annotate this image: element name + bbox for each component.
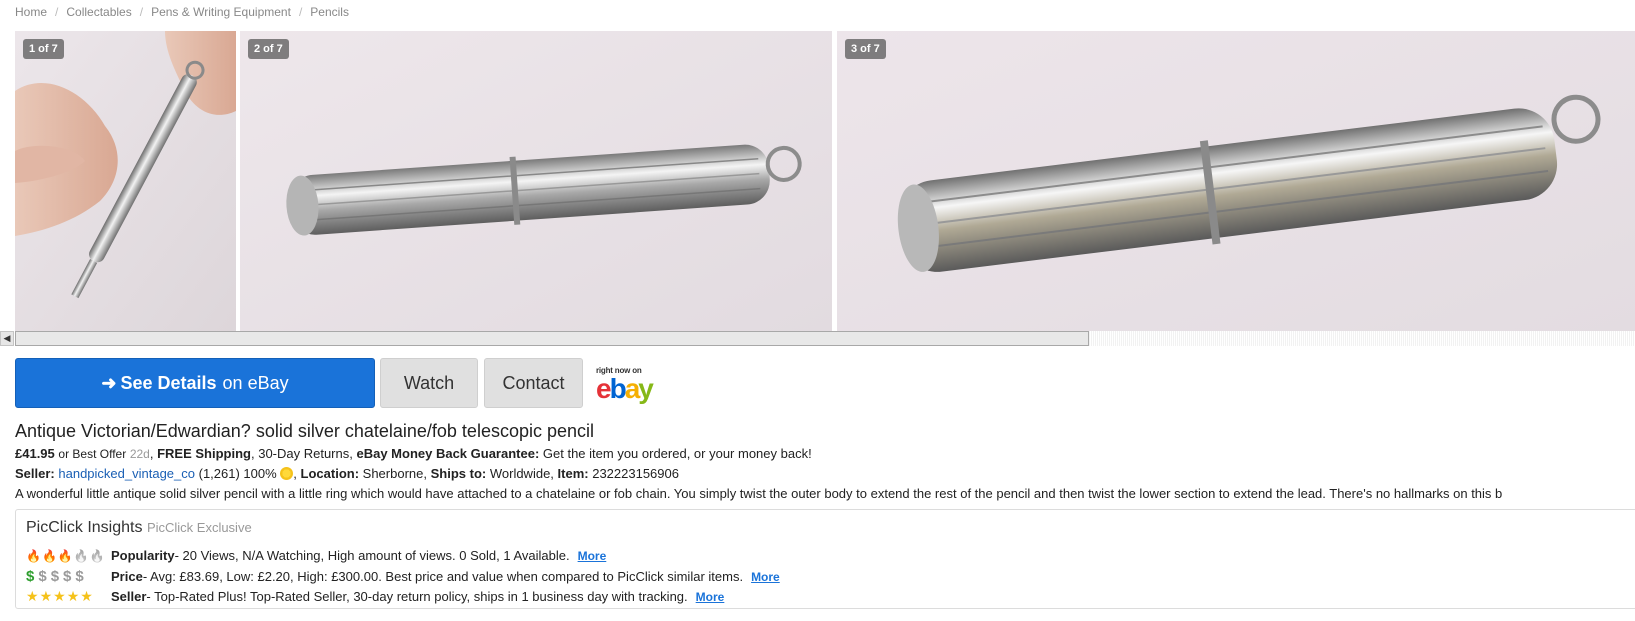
pencil-in-hand-image <box>15 31 236 331</box>
price-row: $ $ $ $ $ Price - Avg: £83.69, Low: £2.20, H… <box>26 568 780 585</box>
popularity-text: - 20 Views, N/A Watching, High amount of… <box>174 548 570 563</box>
price-label: Price <box>111 569 143 584</box>
price-text: - Avg: £83.69, Low: £2.20, High: £300.00… <box>142 569 744 584</box>
insights-exclusive: PicClick Exclusive <box>146 520 252 535</box>
seller-rating-text: - Top-Rated Plus! Top-Rated Seller, 30-d… <box>146 589 688 604</box>
pop-level-mark: 🔥 <box>57 549 73 563</box>
photo-counter-badge: 2 of 7 <box>248 39 289 59</box>
pop-level-mark: 🔥 <box>73 549 89 563</box>
photo-counter-badge: 3 of 7 <box>845 39 886 59</box>
flame-icon: 🔥🔥🔥🔥🔥 <box>26 548 105 563</box>
price-level-mark: $ <box>50 568 60 585</box>
gallery-photo-3[interactable]: 3 of 7 <box>837 31 1635 331</box>
seller-rating-label: Seller <box>111 589 147 604</box>
seller-level-mark: ★ <box>53 588 66 604</box>
see-details-on-ebay-button[interactable]: ➜ See Details on eBay <box>15 358 375 408</box>
on-ebay-label: on eBay <box>222 372 289 393</box>
seller-level-mark: ★ <box>26 588 39 604</box>
seller-level-mark: ★ <box>80 588 93 604</box>
pop-level-mark: 🔥 <box>26 549 41 563</box>
seller-stats: (1,261) 100% <box>198 466 277 481</box>
ships-to-value: Worldwide, <box>489 466 554 481</box>
breadcrumb-separator: / <box>55 5 59 19</box>
seller-row: ★★★★★ Seller - Top-Rated Plus! Top-Rated… <box>26 588 724 605</box>
price-line: £41.95 or Best Offer 22d, FREE Shipping,… <box>15 446 812 461</box>
breadcrumb-pens[interactable]: Pens & Writing Equipment <box>151 5 291 19</box>
seller-more-link[interactable]: More <box>696 590 725 604</box>
pop-level-mark: 🔥 <box>89 549 105 563</box>
photo-gallery: 1 of 7 2 of 7 3 of 7 <box>15 31 1635 331</box>
breadcrumb-collectables[interactable]: Collectables <box>66 5 131 19</box>
seller-line: Seller: handpicked_vintage_co (1,261) 10… <box>15 466 679 481</box>
breadcrumb: Home / Collectables / Pens & Writing Equipme… <box>15 5 349 19</box>
breadcrumb-home[interactable]: Home <box>15 5 47 19</box>
pencil-side-image <box>240 31 832 331</box>
breadcrumb-separator: / <box>298 5 303 19</box>
gallery-scrollbar[interactable]: ◀ <box>0 331 1635 346</box>
popularity-more-link[interactable]: More <box>578 549 607 563</box>
returns-text: , 30-Day Returns, <box>250 446 357 461</box>
seller-level-mark: ★ <box>66 588 80 604</box>
seller-level-mark: ★ <box>39 588 53 604</box>
price-level-mark: $ <box>63 568 72 585</box>
price-level-mark: $ <box>75 568 84 585</box>
ships-to-label: Ships to: <box>430 466 487 481</box>
listing-age: 22d <box>129 447 150 461</box>
contact-label: Contact <box>502 372 565 393</box>
see-details-label: See Details <box>120 372 217 393</box>
watch-label: Watch <box>403 372 455 393</box>
popularity-row: 🔥🔥🔥🔥🔥 Popularity - 20 Views, N/A Watchin… <box>26 548 606 563</box>
location-label: Location: <box>300 466 360 481</box>
scrollbar-track[interactable] <box>1089 331 1635 346</box>
scrollbar-thumb[interactable] <box>15 331 1089 346</box>
sun-badge-icon <box>280 467 294 480</box>
gallery-photo-1[interactable]: 1 of 7 <box>15 31 236 331</box>
insights-title: PicClick Insights PicClick Exclusive <box>26 519 252 536</box>
contact-button[interactable]: Contact <box>484 358 583 408</box>
picclick-insights-panel: PicClick Insights PicClick Exclusive 🔥🔥🔥… <box>15 509 1635 609</box>
price-level-mark: $ <box>26 568 35 585</box>
arrow-right-icon: ➜ <box>101 372 117 393</box>
best-offer-text: or Best Offer <box>58 447 127 461</box>
guarantee-text: Get the item you ordered, or your money … <box>539 446 812 461</box>
listing-title[interactable]: Antique Victorian/Edwardian? solid silve… <box>15 421 594 442</box>
free-shipping-text: FREE Shipping <box>157 446 251 461</box>
price: £41.95 <box>15 446 55 461</box>
star-icon: ★★★★★ <box>26 588 101 605</box>
ebay-wordmark: ebay <box>596 373 654 404</box>
pencil-closeup-image <box>837 31 1635 331</box>
location-value: Sherborne, <box>362 466 427 481</box>
listing-description: A wonderful little antique solid silver … <box>15 486 1503 501</box>
item-number: 232223156906 <box>592 466 679 481</box>
photo-counter-badge: 1 of 7 <box>23 39 64 59</box>
ebay-logo[interactable]: right now on ebay <box>596 366 676 406</box>
pop-level-mark: 🔥 <box>41 549 57 563</box>
breadcrumb-separator: / <box>139 5 144 19</box>
breadcrumb-pencils[interactable]: Pencils <box>310 5 349 19</box>
seller-name-link[interactable]: handpicked_vintage_co <box>58 466 195 481</box>
scroll-left-arrow-icon[interactable]: ◀ <box>0 331 14 346</box>
watch-button[interactable]: Watch <box>380 358 478 408</box>
popularity-label: Popularity <box>111 548 175 563</box>
price-level-mark: $ <box>38 568 47 585</box>
gallery-photo-2[interactable]: 2 of 7 <box>240 31 832 331</box>
item-label: Item: <box>557 466 589 481</box>
price-more-link[interactable]: More <box>751 570 780 584</box>
guarantee-label: eBay Money Back Guarantee: <box>356 446 540 461</box>
dollar-icon: $ $ $ $ $ <box>26 568 101 585</box>
seller-label: Seller: <box>15 466 55 481</box>
